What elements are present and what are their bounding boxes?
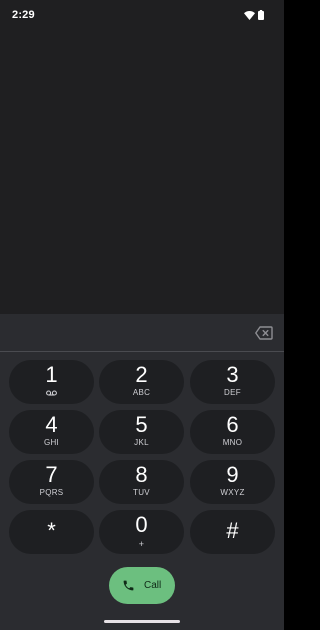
key-letters: WXYZ xyxy=(220,488,245,497)
status-bar: 2:29 xyxy=(0,0,284,32)
key-2[interactable]: 2 ABC xyxy=(99,360,184,404)
key-8[interactable]: 8 TUV xyxy=(99,460,184,504)
key-digit: 5 xyxy=(135,412,148,437)
key-9[interactable]: 9 WXYZ xyxy=(190,460,275,504)
key-letters: ABC xyxy=(132,388,151,397)
key-letters: + xyxy=(138,539,145,549)
key-digit: 4 xyxy=(45,412,58,437)
key-letters: MNO xyxy=(222,438,243,447)
phone-screen: 2:29 1 2 ABC 3 DEF 4 GHI 5 JKL 6 MNO 7 P… xyxy=(0,0,284,630)
phone-icon xyxy=(123,580,134,591)
key-letters: PQRS xyxy=(39,488,64,497)
key-digit: 6 xyxy=(226,412,239,437)
key-letters: JKL xyxy=(134,438,149,447)
key-pound[interactable]: # xyxy=(190,510,275,554)
voicemail-icon xyxy=(46,390,57,396)
key-5[interactable]: 5 JKL xyxy=(99,410,184,454)
key-digit: # xyxy=(226,518,239,543)
content-area xyxy=(0,32,284,314)
key-3[interactable]: 3 DEF xyxy=(190,360,275,404)
backspace-icon[interactable] xyxy=(255,326,273,340)
status-time: 2:29 xyxy=(12,9,35,21)
wifi-icon xyxy=(244,11,255,20)
key-digit: 0 xyxy=(135,512,148,537)
key-digit: 2 xyxy=(135,362,148,387)
key-star[interactable]: * xyxy=(9,510,94,554)
key-letters: DEF xyxy=(224,388,241,397)
digits-display[interactable] xyxy=(16,322,236,344)
key-letters: GHI xyxy=(43,438,60,447)
key-digit: 1 xyxy=(45,362,58,387)
key-1[interactable]: 1 xyxy=(9,360,94,404)
key-0[interactable]: 0 + xyxy=(99,510,184,554)
key-7[interactable]: 7 PQRS xyxy=(9,460,94,504)
key-digit: 7 xyxy=(45,462,58,487)
navigation-handle[interactable] xyxy=(104,620,180,623)
key-4[interactable]: 4 GHI xyxy=(9,410,94,454)
key-digit: 3 xyxy=(226,362,239,387)
key-digit: 9 xyxy=(226,462,239,487)
key-digit: 8 xyxy=(135,462,148,487)
digits-row xyxy=(0,314,284,352)
call-label: Call xyxy=(144,580,162,591)
divider xyxy=(0,351,284,352)
battery-icon xyxy=(258,10,264,20)
key-digit: * xyxy=(47,518,56,543)
call-button[interactable]: Call xyxy=(109,567,175,604)
key-6[interactable]: 6 MNO xyxy=(190,410,275,454)
key-letters: TUV xyxy=(133,488,150,497)
